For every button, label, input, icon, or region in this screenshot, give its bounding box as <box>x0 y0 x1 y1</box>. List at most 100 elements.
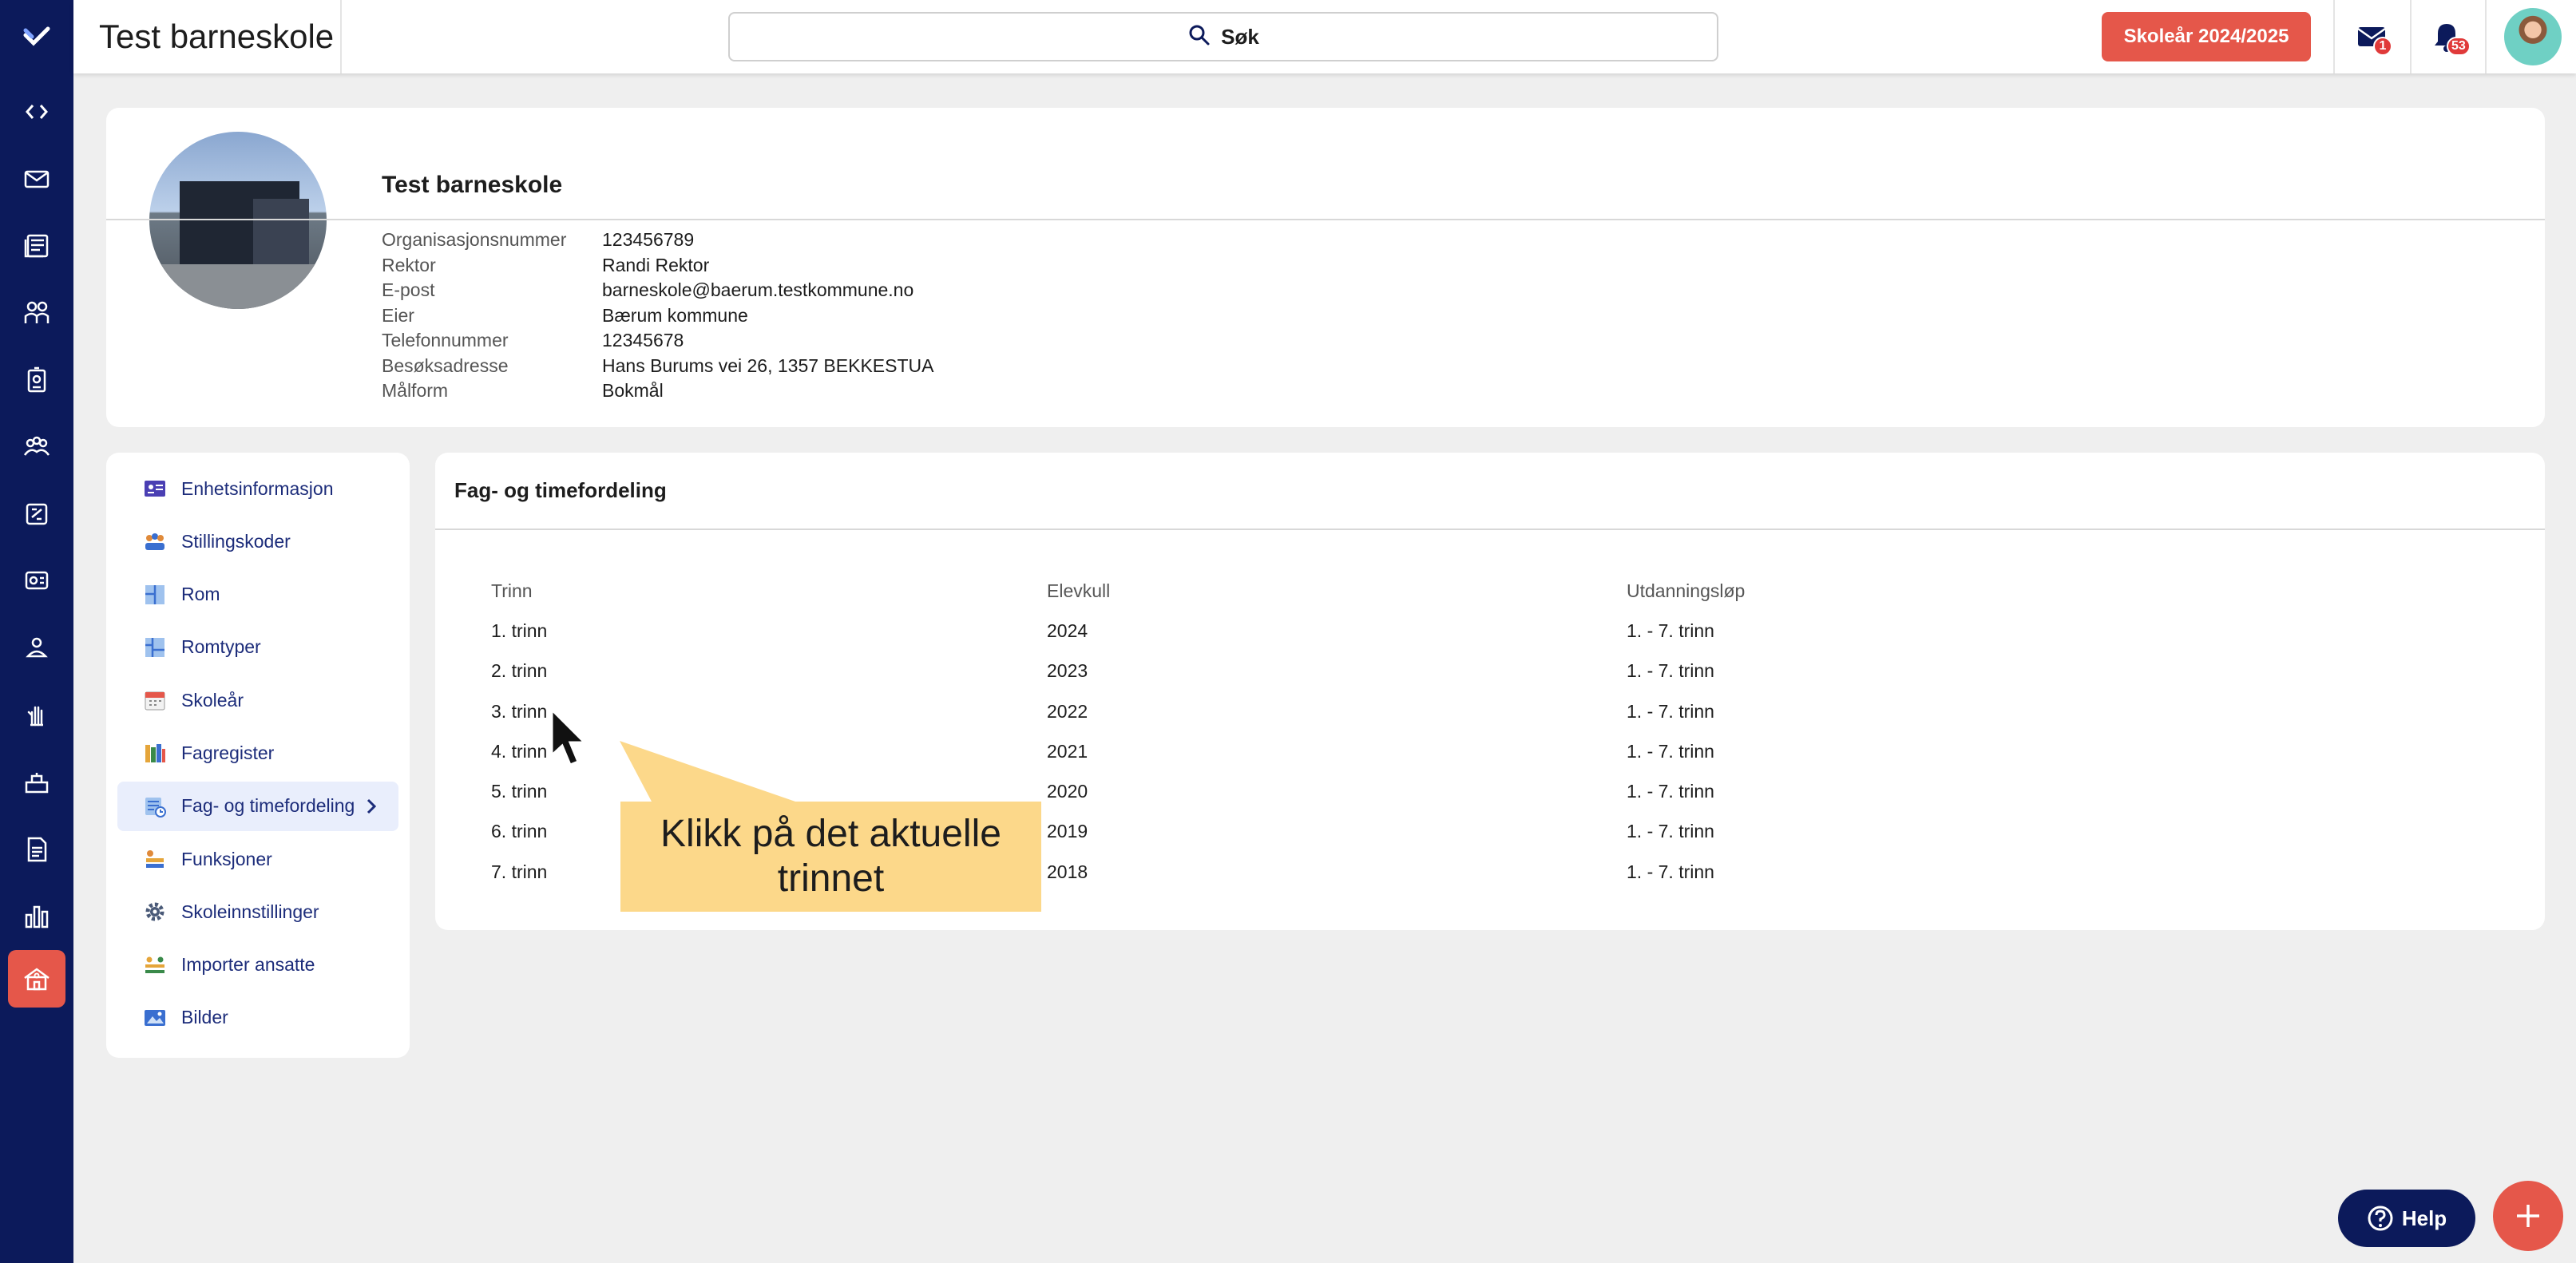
menu-item-importer-ansatte[interactable]: Importer ansatte <box>117 940 398 990</box>
chevron-right-icon <box>367 798 377 814</box>
mouse-cursor-icon <box>550 707 588 766</box>
menu-item-skoleinnstillinger[interactable]: Skoleinnstillinger <box>117 887 398 936</box>
help-icon <box>2368 1206 2393 1231</box>
program-cell: 1. - 7. trinn <box>1627 620 1714 641</box>
left-rail <box>0 0 73 1263</box>
info-row: Telefonnummer 12345678 <box>382 328 933 354</box>
program-cell: 1. - 7. trinn <box>1627 700 1714 722</box>
bell-icon[interactable]: 53 <box>2427 18 2471 56</box>
menu-item-label: Importer ansatte <box>181 954 315 976</box>
person-icon[interactable] <box>8 620 65 677</box>
info-key: Organisasjonsnummer <box>382 229 567 251</box>
info-row: E-post barneskole@baerum.testkommune.no <box>382 278 933 303</box>
import-icon <box>143 953 167 977</box>
table-row[interactable]: 3. trinn 2022 1. - 7. trinn <box>491 691 2487 731</box>
menu-item-fag-og-timefordeling[interactable]: Fag- og timefordeling <box>117 781 398 831</box>
code-icon[interactable] <box>8 83 65 141</box>
people-icon[interactable] <box>8 284 65 342</box>
info-row: Målform Bokmål <box>382 378 933 404</box>
logo-icon[interactable] <box>8 8 65 65</box>
cohort-cell: 2020 <box>1047 781 1088 802</box>
add-button[interactable] <box>2493 1181 2563 1251</box>
menu-item-label: Romtyper <box>181 636 261 658</box>
menu-item-enhetsinformasjon[interactable]: Enhetsinformasjon <box>117 464 398 513</box>
divider <box>340 0 342 73</box>
mail-icon[interactable] <box>8 150 65 208</box>
menu-item-skolear[interactable]: Skoleår <box>117 675 398 725</box>
menu-item-label: Fagregister <box>181 742 275 763</box>
table-row[interactable]: 1. trinn 2024 1. - 7. trinn <box>491 611 2487 651</box>
search-input[interactable]: Søk <box>728 12 1718 61</box>
news-icon[interactable] <box>8 217 65 275</box>
info-key: E-post <box>382 279 435 301</box>
column-header: Utdanningsløp <box>1627 580 1746 601</box>
id-card-icon <box>143 477 167 501</box>
grade-cell: 2. trinn <box>491 660 548 682</box>
cohort-cell: 2022 <box>1047 700 1088 722</box>
desk-icon[interactable] <box>8 754 65 811</box>
panel-title: Fag- og timefordeling <box>454 478 667 502</box>
menu-item-rom[interactable]: Rom <box>117 570 398 620</box>
divider <box>2485 0 2487 73</box>
callout-pointer <box>620 741 795 802</box>
help-button[interactable]: Help <box>2338 1190 2475 1247</box>
help-label: Help <box>2401 1206 2447 1230</box>
school-icon[interactable] <box>8 950 65 1008</box>
program-cell: 1. - 7. trinn <box>1627 861 1714 882</box>
chart-icon[interactable] <box>8 888 65 945</box>
document-icon[interactable] <box>8 821 65 878</box>
school-profile-card: Test barneskole Organisasjonsnummer 12345… <box>106 108 2545 427</box>
plus-icon <box>2517 1205 2539 1227</box>
info-row: Rektor Randi Rektor <box>382 253 933 279</box>
chat-icon[interactable] <box>8 552 65 610</box>
staff-icon <box>143 529 167 553</box>
settings-menu: Enhetsinformasjon Stillingskoder Rom Rom… <box>106 453 410 1058</box>
menu-item-stillingskoder[interactable]: Stillingskoder <box>117 517 398 566</box>
school-year-button[interactable]: Skoleår 2024/2025 <box>2102 12 2311 61</box>
info-value: 12345678 <box>602 330 684 351</box>
puzzle-icon[interactable] <box>8 485 65 543</box>
menu-item-label: Skoleinnstillinger <box>181 901 319 922</box>
tutorial-callout: Klikk på det aktuelle trinnet <box>620 802 1041 912</box>
school-photo <box>149 132 327 309</box>
menu-item-label: Stillingskoder <box>181 530 291 552</box>
info-key: Telefonnummer <box>382 330 509 351</box>
table-header: Trinn Elevkull Utdanningsløp <box>491 571 2487 611</box>
program-cell: 1. - 7. trinn <box>1627 740 1714 762</box>
menu-item-fagregister[interactable]: Fagregister <box>117 728 398 778</box>
divider <box>435 529 2545 530</box>
info-key: Rektor <box>382 254 436 275</box>
hand-icon[interactable] <box>8 687 65 744</box>
cohort-cell: 2024 <box>1047 620 1088 641</box>
avatar[interactable] <box>2504 8 2562 65</box>
calendar-icon <box>143 688 167 712</box>
menu-item-label: Fag- og timefordeling <box>181 795 355 817</box>
column-header: Trinn <box>491 580 533 601</box>
room-icon <box>143 583 167 607</box>
info-key: Målform <box>382 380 449 402</box>
divider <box>106 219 2545 220</box>
mail-icon[interactable]: 1 <box>2352 18 2392 56</box>
school-name: Test barneskole <box>382 172 563 198</box>
cohort-cell: 2018 <box>1047 861 1088 882</box>
school-info-table: Organisasjonsnummer 123456789 Rektor Randi… <box>382 228 933 404</box>
schedule-icon <box>143 794 167 818</box>
menu-item-label: Skoleår <box>181 689 244 711</box>
room-types-icon <box>143 635 167 659</box>
search-label: Søk <box>1221 24 1259 49</box>
info-value: 123456789 <box>602 229 695 251</box>
menu-item-bilder[interactable]: Bilder <box>117 993 398 1043</box>
table-row[interactable]: 2. trinn 2023 1. - 7. trinn <box>491 651 2487 691</box>
menu-item-funksjoner[interactable]: Funksjoner <box>117 834 398 884</box>
gear-icon <box>143 900 167 924</box>
info-value: Hans Burums vei 26, 1357 BEKKESTUA <box>602 354 934 376</box>
info-row: Besøksadresse Hans Burums vei 26, 1357 BE… <box>382 354 933 379</box>
menu-item-romtyper[interactable]: Romtyper <box>117 623 398 672</box>
info-value: Bærum kommune <box>602 304 748 326</box>
cohort-cell: 2019 <box>1047 821 1088 842</box>
info-row: Organisasjonsnummer 123456789 <box>382 228 933 253</box>
group-icon[interactable] <box>8 418 65 476</box>
badge-icon[interactable] <box>8 351 65 409</box>
info-row: Eier Bærum kommune <box>382 303 933 329</box>
program-cell: 1. - 7. trinn <box>1627 660 1714 682</box>
